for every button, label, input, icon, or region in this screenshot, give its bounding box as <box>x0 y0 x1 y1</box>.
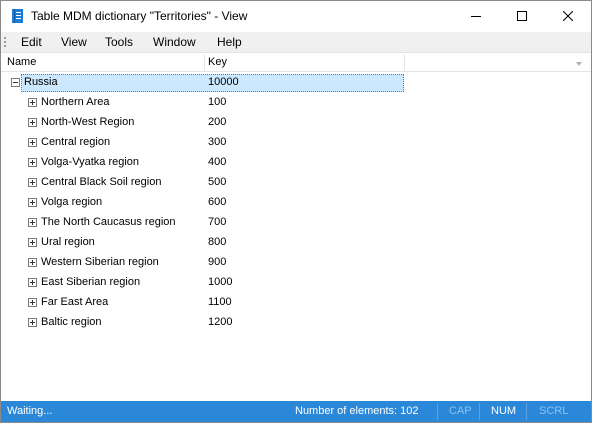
row-name: Volga-Vyatka region <box>41 156 140 168</box>
tree-row-root[interactable]: Russia 10000 <box>1 73 591 93</box>
status-bar: Waiting... Number of elements: 102 CAP N… <box>1 401 591 422</box>
row-key: 100 <box>208 96 227 108</box>
grip-icon[interactable] <box>4 37 7 49</box>
row-key: 1000 <box>208 276 233 288</box>
column-header-name[interactable]: Name <box>7 56 36 68</box>
expand-icon[interactable] <box>28 118 37 127</box>
row-name: Northern Area <box>41 96 110 108</box>
status-divider <box>526 403 527 420</box>
menu-view[interactable]: View <box>61 35 87 49</box>
tree-row[interactable]: The North Caucasus region 700 <box>1 213 591 233</box>
status-message: Waiting... <box>7 405 53 417</box>
menu-tools[interactable]: Tools <box>105 35 133 49</box>
row-key: 900 <box>208 256 227 268</box>
tree-grid[interactable]: Russia 10000 Northern Area 100 North-West … <box>1 73 591 401</box>
expand-icon[interactable] <box>28 218 37 227</box>
expand-icon[interactable] <box>28 258 37 267</box>
collapse-icon[interactable] <box>11 78 20 87</box>
row-key: 800 <box>208 236 227 248</box>
row-name: The North Caucasus region <box>41 216 176 228</box>
row-name: Western Siberian region <box>41 256 159 268</box>
row-name: Central Black Soil region <box>41 176 162 188</box>
expand-icon[interactable] <box>28 138 37 147</box>
row-key: 200 <box>208 116 227 128</box>
maximize-icon <box>517 10 527 24</box>
tree-row[interactable]: Volga-Vyatka region 400 <box>1 153 591 173</box>
element-count: Number of elements: 102 <box>295 405 419 417</box>
expand-icon[interactable] <box>28 318 37 327</box>
num-indicator: NUM <box>491 405 517 417</box>
dictionary-icon <box>10 8 26 24</box>
row-name: Ural region <box>41 236 95 248</box>
close-icon <box>562 10 574 24</box>
status-divider <box>479 403 480 420</box>
row-key: 500 <box>208 176 227 188</box>
chevron-down-icon[interactable] <box>573 58 585 68</box>
expand-icon[interactable] <box>28 98 37 107</box>
tree-row[interactable]: Ural region 800 <box>1 233 591 253</box>
row-name: Central region <box>41 136 111 148</box>
column-divider[interactable] <box>404 54 405 72</box>
window-title: Table MDM dictionary "Territories" - Vie… <box>31 9 248 23</box>
row-name: Volga region <box>41 196 103 208</box>
expand-icon[interactable] <box>28 278 37 287</box>
row-key: 1100 <box>208 296 232 308</box>
title-bar[interactable]: Table MDM dictionary "Territories" - Vie… <box>1 1 591 32</box>
tree-row[interactable]: Northern Area 100 <box>1 93 591 113</box>
menu-bar: Edit View Tools Window Help <box>1 32 591 53</box>
grid-header: Name Key <box>1 54 591 72</box>
column-divider[interactable] <box>204 54 205 72</box>
column-header-key[interactable]: Key <box>208 56 227 68</box>
row-name: North-West Region <box>41 116 135 128</box>
minimize-button[interactable] <box>453 1 499 32</box>
menu-edit[interactable]: Edit <box>21 35 42 49</box>
row-key: 1200 <box>208 316 233 328</box>
app-window: Table MDM dictionary "Territories" - Vie… <box>0 0 592 423</box>
tree-row[interactable]: Volga region 600 <box>1 193 591 213</box>
tree-row[interactable]: Central region 300 <box>1 133 591 153</box>
tree-row[interactable]: East Siberian region 1000 <box>1 273 591 293</box>
tree-row[interactable]: Central Black Soil region 500 <box>1 173 591 193</box>
tree-row[interactable]: Western Siberian region 900 <box>1 253 591 273</box>
scrl-indicator: SCRL <box>539 405 569 417</box>
maximize-button[interactable] <box>499 1 545 32</box>
row-name: East Siberian region <box>41 276 141 288</box>
row-key: 700 <box>208 216 227 228</box>
expand-icon[interactable] <box>28 238 37 247</box>
status-divider <box>437 403 438 420</box>
row-name: Baltic region <box>41 316 102 328</box>
menu-help[interactable]: Help <box>217 35 242 49</box>
row-name: Russia <box>24 76 58 88</box>
minimize-icon <box>471 10 481 24</box>
row-key: 300 <box>208 136 227 148</box>
tree-row[interactable]: Far East Area 1100 <box>1 293 591 313</box>
expand-icon[interactable] <box>28 158 37 167</box>
row-key: 600 <box>208 196 227 208</box>
expand-icon[interactable] <box>28 298 37 307</box>
expand-icon[interactable] <box>28 198 37 207</box>
row-key: 10000 <box>208 76 239 88</box>
row-name: Far East Area <box>41 296 109 308</box>
close-button[interactable] <box>545 1 591 32</box>
tree-row[interactable]: Baltic region 1200 <box>1 313 591 333</box>
cap-indicator: CAP <box>449 405 472 417</box>
row-key: 400 <box>208 156 227 168</box>
expand-icon[interactable] <box>28 178 37 187</box>
tree-row[interactable]: North-West Region 200 <box>1 113 591 133</box>
menu-window[interactable]: Window <box>153 35 196 49</box>
